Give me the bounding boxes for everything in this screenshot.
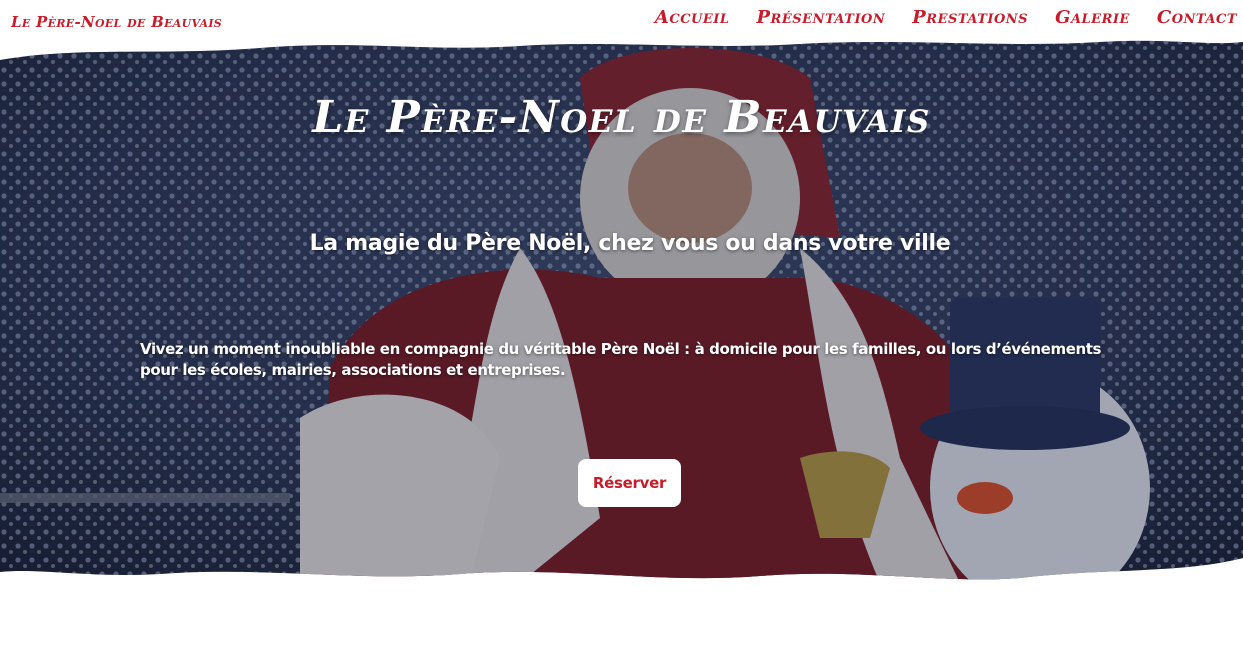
reserve-button[interactable]: Réserver [578, 459, 681, 507]
nav-prestations[interactable]: Prestations [912, 7, 1028, 28]
hero-subtitle: La magie du Père Noël, chez vous ou dans… [309, 231, 951, 256]
site-logo[interactable]: Le Père-Noel de Beauvais [11, 13, 222, 31]
nav-accueil[interactable]: Accueil [655, 7, 730, 28]
hero-title: Le Père-Noel de Beauvais [312, 92, 931, 143]
hero-description: Vivez un moment inoubliable en compagnie… [140, 340, 1102, 379]
site-header: Le Père-Noel de Beauvais Accueil Présent… [0, 0, 1243, 44]
hero-section: Le Père-Noel de Beauvais La magie du Pèr… [0, 38, 1243, 583]
main-nav: Accueil Présentation Prestations Galerie… [655, 7, 1237, 28]
nav-contact[interactable]: Contact [1157, 7, 1237, 28]
nav-galerie[interactable]: Galerie [1055, 7, 1130, 28]
nav-presentation[interactable]: Présentation [757, 7, 886, 28]
